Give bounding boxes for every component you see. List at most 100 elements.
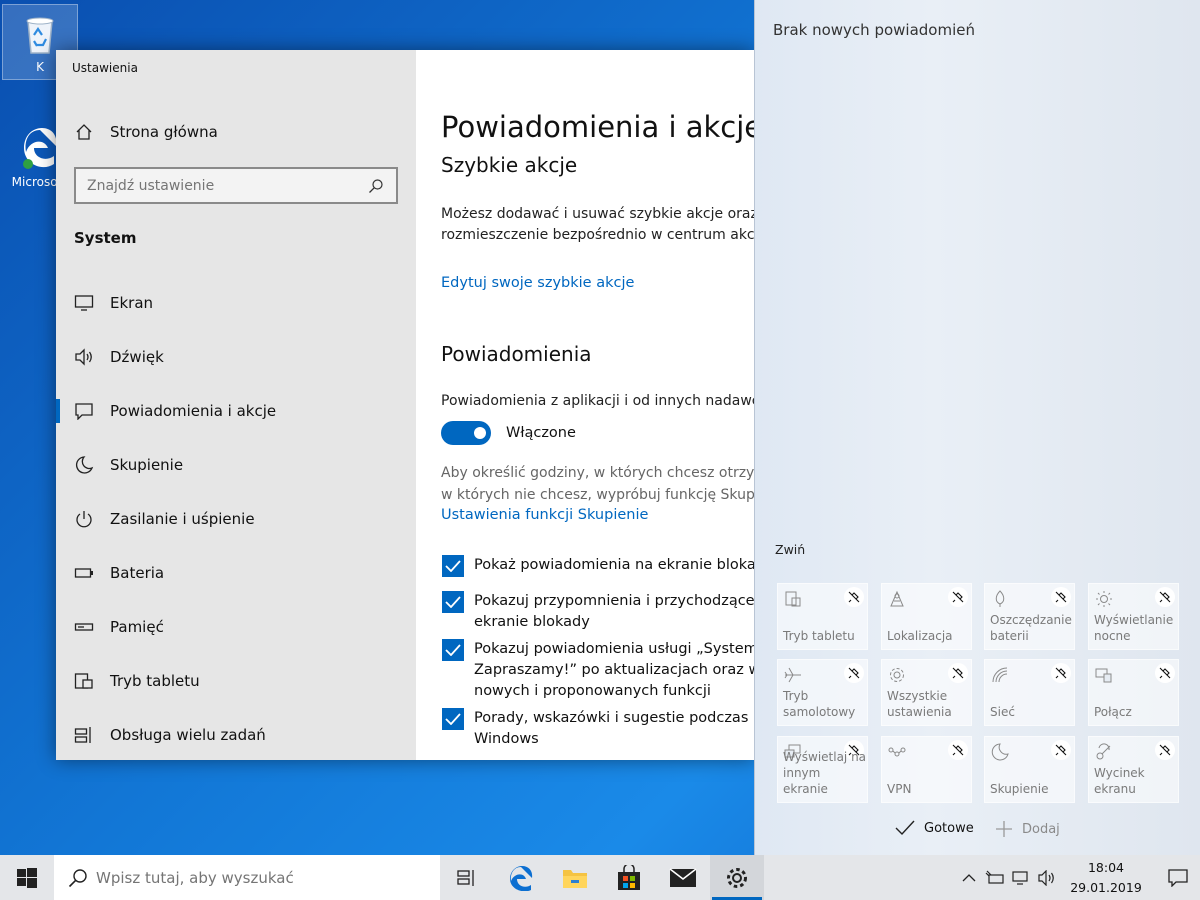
tablet-mode-icon (785, 591, 801, 607)
notifications-heading: Powiadomienia (441, 342, 592, 366)
home-nav-item[interactable]: Strona główna (56, 110, 416, 154)
taskbar-search-input[interactable] (88, 868, 418, 887)
settings-taskbar-button[interactable] (710, 855, 764, 900)
checkbox[interactable] (442, 555, 464, 577)
unpin-icon[interactable] (1155, 587, 1175, 607)
checkbox[interactable] (442, 591, 464, 613)
unpin-icon[interactable] (1051, 587, 1071, 607)
done-button[interactable]: Gotowe (895, 820, 974, 836)
unpin-icon[interactable] (1051, 663, 1071, 683)
notifications-toggle[interactable] (441, 421, 491, 445)
tile-label: VPN (887, 782, 912, 796)
unpin-icon[interactable] (1155, 663, 1175, 683)
nav-item-skupienie[interactable]: Skupienie (56, 443, 416, 487)
task-view-button[interactable] (440, 855, 494, 900)
network-tray-button[interactable] (1008, 855, 1034, 900)
speaker-icon (74, 347, 94, 367)
nav-item-pamiec[interactable]: Pamięć (56, 605, 416, 649)
focus-settings-link[interactable]: Ustawienia funkcji Skupienie (441, 507, 648, 523)
clock[interactable]: 18:04 29.01.2019 (1066, 858, 1146, 898)
volume-tray-button[interactable] (1034, 855, 1060, 900)
tablet-icon (74, 671, 94, 691)
taskbar-search-box[interactable] (54, 855, 440, 900)
quick-tile-all-settings[interactable]: Wszystkie ustawienia (881, 659, 972, 726)
checkbox-row[interactable]: Pokazuj powiadomienia usługi „System W Za… (442, 639, 754, 702)
checkbox-row[interactable]: Porady, wskazówki i sugestie podczas ko W… (442, 708, 754, 750)
no-notifications-label: Brak nowych powiadomień (773, 21, 975, 39)
unpin-icon[interactable] (948, 740, 968, 760)
quick-tile-vpn[interactable]: VPN (881, 736, 972, 803)
nav-item-dzwiek[interactable]: Dźwięk (56, 335, 416, 379)
task-view-icon (457, 869, 474, 886)
tile-label: Tryb samolotowy (783, 689, 856, 719)
quick-tile-tablet-mode[interactable]: Tryb tabletu (777, 583, 868, 650)
file-explorer-button[interactable] (548, 855, 602, 900)
battery-icon (74, 563, 94, 583)
window-title: Ustawienia (72, 61, 138, 75)
checkbox-row[interactable]: Pokaż powiadomienia na ekranie blokady (442, 555, 754, 577)
nav-item-powiadomienia[interactable]: Powiadomienia i akcje (56, 389, 416, 433)
quick-tile-battery-saver[interactable]: Oszczędzanie baterii (984, 583, 1075, 650)
store-button[interactable] (602, 855, 656, 900)
checkbox-row[interactable]: Pokazuj przypomnienia i przychodzące p ek… (442, 591, 754, 633)
quick-actions-description-line1: Możesz dodawać i usuwać szybkie akcje or… (441, 206, 754, 222)
checkbox[interactable] (442, 708, 464, 730)
tile-label: Wycinek ekranu (1094, 766, 1145, 796)
tile-label: Wyświetlanie nocne (1094, 613, 1174, 643)
recycle-bin-icon (26, 17, 54, 54)
nav-item-bateria[interactable]: Bateria (56, 551, 416, 595)
checkbox-label: Pokazuj przypomnienia i przychodzące p ek… (474, 593, 754, 630)
settings-search-box[interactable] (74, 167, 398, 204)
home-icon (74, 122, 94, 142)
quick-tile-location[interactable]: Lokalizacja (881, 583, 972, 650)
action-center-button[interactable] (1156, 855, 1200, 900)
nav-item-tryb-tabletu[interactable]: Tryb tabletu (56, 659, 416, 703)
nav-item-zasilanie[interactable]: Zasilanie i uśpienie (56, 497, 416, 541)
nav-label: Obsługa wielu zadań (110, 726, 266, 744)
quick-tile-project[interactable]: Wyświetlaj na innym ekranie (777, 736, 868, 803)
collapse-link[interactable]: Zwiń (775, 542, 805, 557)
focus-description-line1: Aby określić godziny, w których chcesz o… (441, 465, 754, 481)
nav-item-ekran[interactable]: Ekran (56, 281, 416, 325)
battery-tray-button[interactable] (982, 855, 1008, 900)
nav-label: Zasilanie i uśpienie (110, 510, 255, 528)
edge-taskbar-button[interactable] (494, 855, 548, 900)
settings-window: Ustawienia Strona główna System Ekran Dź… (56, 50, 754, 760)
mail-icon (669, 867, 697, 887)
folder-icon (563, 869, 587, 888)
settings-search-input[interactable] (76, 177, 366, 194)
nav-label: Skupienie (110, 456, 184, 474)
unpin-icon[interactable] (1051, 740, 1071, 760)
nav-label: Dźwięk (110, 348, 164, 366)
search-icon[interactable] (368, 178, 384, 194)
quick-tile-connect[interactable]: Połącz (1088, 659, 1179, 726)
message-icon (74, 401, 94, 421)
edit-quick-actions-link[interactable]: Edytuj swoje szybkie akcje (441, 275, 634, 291)
notification-icon (1168, 868, 1188, 887)
nav-item-multitasking[interactable]: Obsługa wielu zadań (56, 713, 416, 757)
quick-tile-focus[interactable]: Skupienie (984, 736, 1075, 803)
location-icon (890, 590, 904, 607)
mail-button[interactable] (656, 855, 710, 900)
quick-tile-network[interactable]: Sieć (984, 659, 1075, 726)
checkmark-icon (445, 713, 461, 725)
unpin-icon[interactable] (948, 587, 968, 607)
unpin-icon[interactable] (948, 663, 968, 683)
start-button[interactable] (0, 855, 54, 900)
settings-content: Powiadomienia i akcje Szybkie akcje Może… (416, 50, 754, 760)
nav-label: Powiadomienia i akcje (110, 402, 277, 420)
unpin-icon[interactable] (1155, 740, 1175, 760)
quick-tile-snip[interactable]: Wycinek ekranu (1088, 736, 1179, 803)
checkbox-label: Pokaż powiadomienia na ekranie blokady (474, 557, 754, 573)
checkbox-label: Porady, wskazówki i sugestie podczas ko W… (474, 710, 754, 747)
add-button[interactable]: Dodaj (995, 820, 1060, 838)
quick-tile-airplane-mode[interactable]: Tryb samolotowy (777, 659, 868, 726)
quick-tile-night-light[interactable]: Wyświetlanie nocne (1088, 583, 1179, 650)
unpin-icon[interactable] (844, 663, 864, 683)
battery-plug-icon (985, 870, 1004, 884)
checkbox[interactable] (442, 639, 464, 661)
unpin-icon[interactable] (844, 587, 864, 607)
edge-icon (510, 865, 533, 891)
show-hidden-icons-button[interactable] (956, 855, 982, 900)
moon-icon (74, 455, 94, 475)
